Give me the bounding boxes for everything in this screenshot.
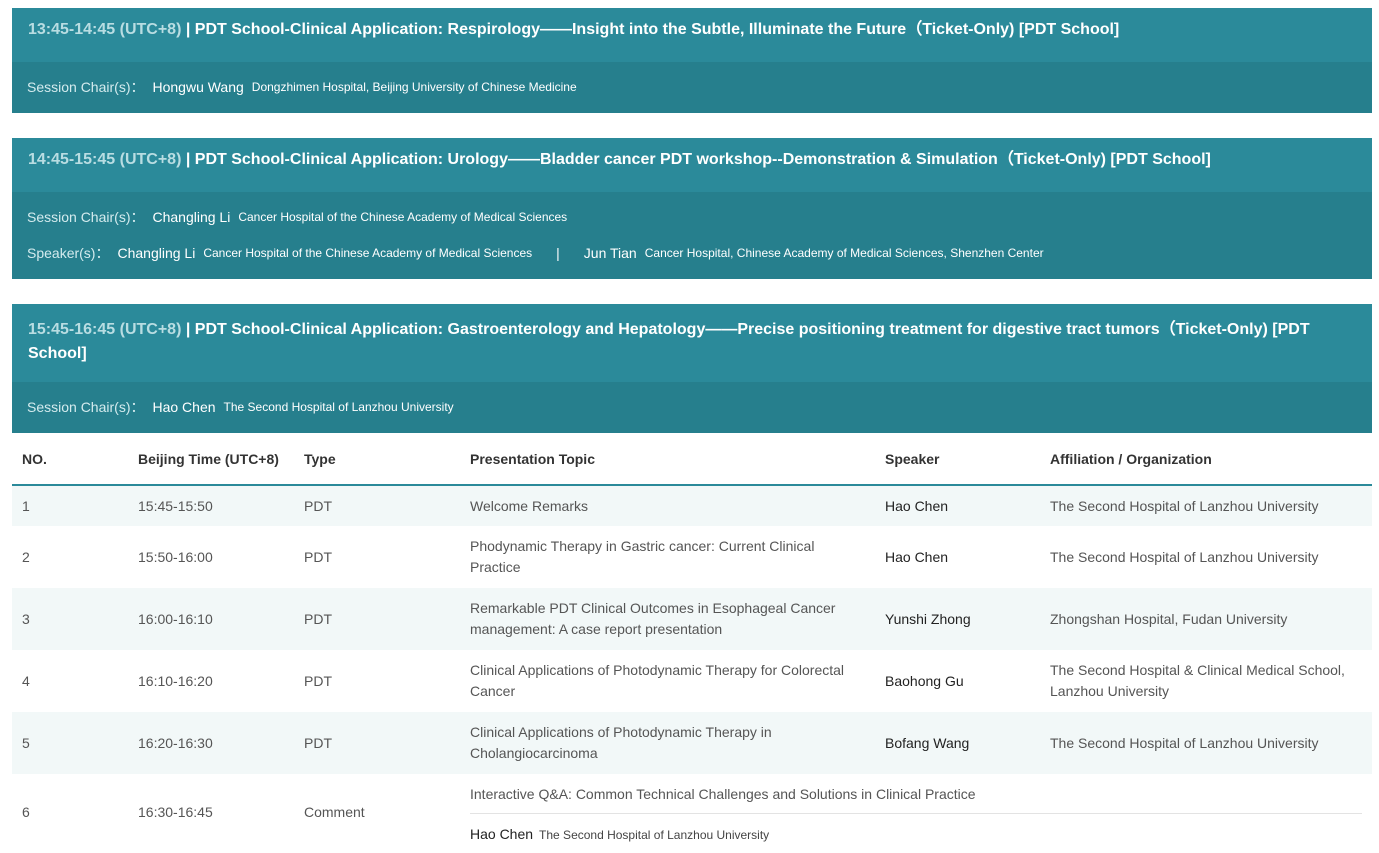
- table-row: 6 16:30-16:45 Comment Interactive Q&A: C…: [12, 774, 1372, 850]
- cell-topic: Interactive Q&A: Common Technical Challe…: [470, 775, 1362, 814]
- session-block-gastroenterology: 15:45-16:45 (UTC+8) | PDT School-Clinica…: [12, 304, 1372, 433]
- cell-speaker[interactable]: Hao Chen: [470, 826, 533, 842]
- cell-topic: Phodynamic Therapy in Gastric cancer: Cu…: [470, 538, 815, 575]
- session-speaker-label: Speaker(s)：: [27, 245, 110, 261]
- session-chair-label: Session Chair(s)：: [27, 209, 145, 225]
- col-header-time: Beijing Time (UTC+8): [128, 433, 294, 486]
- cell-type: PDT: [294, 712, 460, 774]
- cell-time: 15:50-16:00: [138, 548, 213, 565]
- cell-affiliation: The Second Hospital of Lanzhou Universit…: [1050, 548, 1319, 565]
- cell-affiliation: The Second Hospital of Lanzhou Universit…: [539, 827, 770, 842]
- col-header-type: Type: [294, 433, 460, 486]
- qa-speaker: Hao Chen The Second Hospital of Lanzhou U…: [470, 814, 1362, 850]
- cell-topic: Clinical Applications of Photodynamic Th…: [460, 712, 875, 774]
- session-title: | PDT School-Clinical Application: Gastr…: [28, 321, 1310, 362]
- table-row: 4 16:10-16:20 PDT Clinical Applications …: [12, 650, 1372, 712]
- cell-type: Comment: [304, 803, 365, 820]
- cell-time: 16:00-16:10: [128, 588, 294, 650]
- cell-no: 3: [12, 588, 128, 650]
- speaker-separator: |: [556, 245, 560, 261]
- session-header[interactable]: 15:45-16:45 (UTC+8) | PDT School-Clinica…: [12, 304, 1372, 382]
- chair-name[interactable]: Changling Li: [152, 209, 230, 225]
- chair-affiliation: The Second Hospital of Lanzhou Universit…: [223, 400, 454, 414]
- cell-type: PDT: [294, 588, 460, 650]
- session-speaker-row: Speaker(s)： Changling Li Cancer Hospital…: [27, 235, 1357, 271]
- cell-time: 16:20-16:30: [128, 712, 294, 774]
- session-title: | PDT School-Clinical Application: Respi…: [181, 21, 1120, 38]
- table-row: 3 16:00-16:10 PDT Remarkable PDT Clinica…: [12, 588, 1372, 650]
- session-title: | PDT School-Clinical Application: Urolo…: [181, 151, 1211, 168]
- col-header-speaker: Speaker: [875, 433, 1040, 486]
- cell-type: PDT: [294, 485, 460, 526]
- session-header[interactable]: 14:45-15:45 (UTC+8) | PDT School-Clinica…: [12, 138, 1372, 192]
- session-info: Session Chair(s)： Changling Li Cancer Ho…: [12, 192, 1372, 279]
- cell-type: PDT: [304, 672, 332, 689]
- cell-no: 6: [22, 803, 30, 820]
- session-chair-label: Session Chair(s)：: [27, 399, 145, 415]
- speaker-name[interactable]: Changling Li: [117, 245, 195, 261]
- cell-speaker[interactable]: Hao Chen: [875, 485, 1040, 526]
- session-block-respirology: 13:45-14:45 (UTC+8) | PDT School-Clinica…: [12, 8, 1372, 113]
- session-chair-row: Session Chair(s)： Hongwu Wang Dongzhimen…: [27, 69, 1357, 105]
- cell-time: 16:30-16:45: [138, 803, 213, 820]
- cell-topic: Clinical Applications of Photodynamic Th…: [470, 662, 845, 699]
- cell-speaker[interactable]: Baohong Gu: [875, 650, 1040, 712]
- cell-no: 1: [12, 485, 128, 526]
- col-header-topic: Presentation Topic: [460, 433, 875, 486]
- program-table: NO. Beijing Time (UTC+8) Type Presentati…: [12, 433, 1372, 850]
- chair-name[interactable]: Hao Chen: [152, 399, 215, 415]
- cell-no: 4: [22, 672, 30, 689]
- session-chair-row: Session Chair(s)： Hao Chen The Second Ho…: [27, 389, 1357, 425]
- table-header-row: NO. Beijing Time (UTC+8) Type Presentati…: [12, 433, 1372, 486]
- chair-affiliation: Dongzhimen Hospital, Beijing University …: [251, 80, 577, 94]
- session-header[interactable]: 13:45-14:45 (UTC+8) | PDT School-Clinica…: [12, 8, 1372, 62]
- cell-time: 15:45-15:50: [128, 485, 294, 526]
- cell-affiliation: The Second Hospital of Lanzhou Universit…: [1040, 712, 1372, 774]
- col-header-affiliation: Affiliation / Organization: [1040, 433, 1372, 486]
- cell-affiliation: The Second Hospital & Clinical Medical S…: [1050, 662, 1345, 699]
- cell-topic: Welcome Remarks: [460, 485, 875, 526]
- chair-affiliation: Cancer Hospital of the Chinese Academy o…: [238, 210, 568, 224]
- cell-speaker[interactable]: Yunshi Zhong: [875, 588, 1040, 650]
- speaker-name[interactable]: Jun Tian: [584, 245, 637, 261]
- session-chair-row: Session Chair(s)： Changling Li Cancer Ho…: [27, 199, 1357, 235]
- qa-cell: Interactive Q&A: Common Technical Challe…: [460, 774, 1372, 850]
- cell-affiliation: Zhongshan Hospital, Fudan University: [1040, 588, 1372, 650]
- cell-affiliation: The Second Hospital of Lanzhou Universit…: [1040, 485, 1372, 526]
- table-row: 1 15:45-15:50 PDT Welcome Remarks Hao Ch…: [12, 485, 1372, 526]
- table-row: 2 15:50-16:00 PDT Phodynamic Therapy in …: [12, 526, 1372, 588]
- speaker-affiliation: Cancer Hospital, Chinese Academy of Medi…: [644, 246, 1044, 260]
- chair-name[interactable]: Hongwu Wang: [152, 79, 243, 95]
- session-chair-label: Session Chair(s)：: [27, 79, 145, 95]
- cell-type: PDT: [304, 548, 332, 565]
- session-info: Session Chair(s)： Hao Chen The Second Ho…: [12, 382, 1372, 433]
- col-header-no: NO.: [12, 433, 128, 486]
- speaker-affiliation: Cancer Hospital of the Chinese Academy o…: [203, 246, 533, 260]
- cell-topic: Remarkable PDT Clinical Outcomes in Esop…: [460, 588, 875, 650]
- session-time: 14:45-15:45 (UTC+8): [28, 151, 182, 168]
- session-info: Session Chair(s)： Hongwu Wang Dongzhimen…: [12, 62, 1372, 113]
- session-block-urology: 14:45-15:45 (UTC+8) | PDT School-Clinica…: [12, 138, 1372, 279]
- cell-speaker[interactable]: Bofang Wang: [875, 712, 1040, 774]
- session-time: 15:45-16:45 (UTC+8): [28, 321, 182, 338]
- cell-no: 2: [22, 548, 30, 565]
- cell-time: 16:10-16:20: [138, 672, 213, 689]
- cell-no: 5: [12, 712, 128, 774]
- table-row: 5 16:20-16:30 PDT Clinical Applications …: [12, 712, 1372, 774]
- cell-speaker[interactable]: Hao Chen: [875, 526, 1040, 588]
- session-time: 13:45-14:45 (UTC+8): [28, 21, 182, 38]
